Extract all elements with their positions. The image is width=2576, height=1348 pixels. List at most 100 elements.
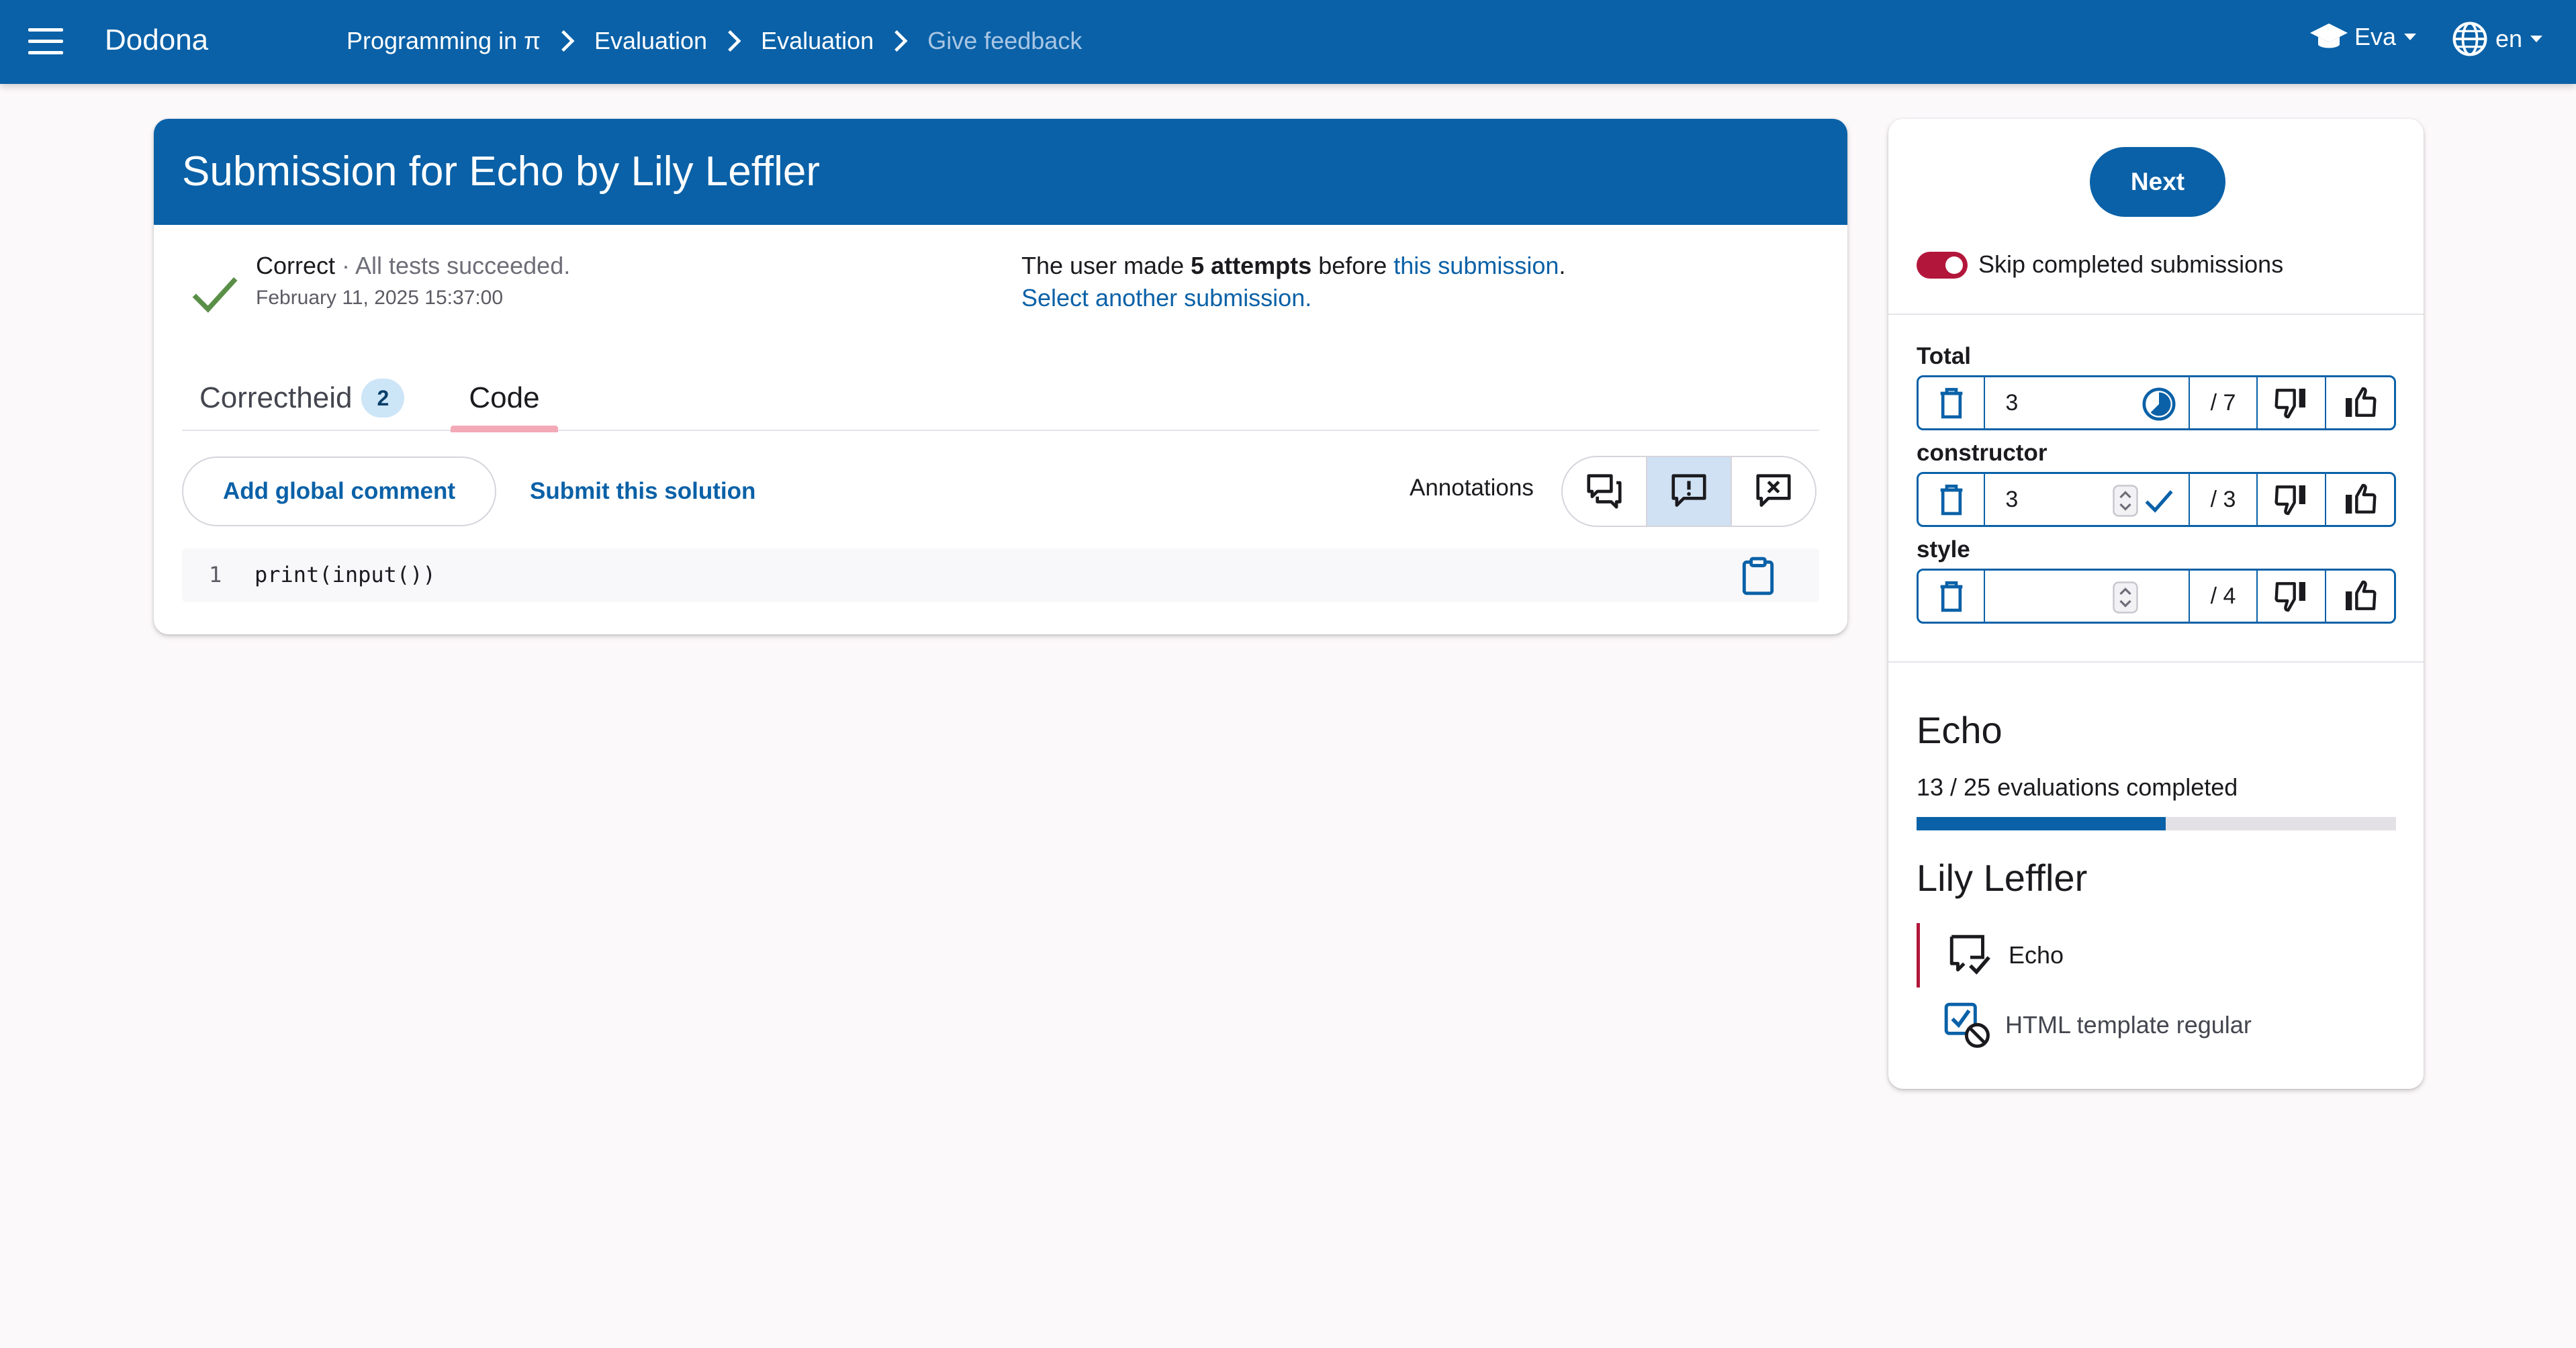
delete-score-button[interactable] (1919, 571, 1986, 622)
next-button[interactable]: Next (2090, 147, 2225, 217)
brand-logo[interactable]: Dodona (105, 21, 208, 59)
language-menu[interactable]: en (2451, 20, 2543, 58)
score-max-button[interactable] (2326, 377, 2394, 428)
breadcrumb-evaluation[interactable]: Evaluation (761, 27, 874, 55)
submit-solution-button[interactable]: Submit this solution (530, 456, 798, 526)
tab-code[interactable]: Code (451, 357, 558, 432)
code-line[interactable]: print(input()) (255, 562, 436, 587)
score-max-style: / 4 (2190, 571, 2258, 622)
student-exercise-html-template[interactable]: HTML template regular (1917, 993, 2396, 1057)
attempts-info: The user made 5 attempts before this sub… (1021, 252, 1566, 279)
score-zero-button[interactable] (2258, 377, 2326, 428)
score-label-style: style (1917, 536, 1970, 563)
show-important-annotations-button[interactable] (1647, 457, 1732, 526)
clipboard-icon[interactable] (1737, 555, 1779, 597)
skip-completed-label: Skip completed submissions (1978, 250, 2284, 278)
check-icon (2145, 490, 2173, 513)
submission-status: Correct · All tests succeeded. (256, 252, 571, 279)
thumb-up-icon (2346, 580, 2377, 610)
user-name: Eva (2354, 23, 2397, 50)
trash-icon (1940, 581, 1963, 612)
annotation-toggle-group (1561, 456, 1816, 527)
line-number: 1 (209, 562, 222, 587)
clock-progress-icon (2142, 387, 2176, 421)
tab-code-label: Code (469, 381, 540, 414)
spinner-arrows-icon[interactable] (2112, 581, 2139, 614)
user-menu[interactable]: Eva (2309, 20, 2417, 54)
score-max-button[interactable] (2326, 474, 2394, 525)
spinner-arrows-icon[interactable] (2112, 484, 2139, 518)
thumb-down-icon (2274, 389, 2305, 419)
attempts-count: 5 attempts (1191, 252, 1312, 279)
top-navbar: Dodona Programming in π Evaluation Evalu… (0, 0, 2576, 84)
active-tab-indicator (451, 426, 558, 432)
comment-alert-icon (1671, 474, 1706, 507)
status-text: Correct (256, 252, 336, 279)
comment-check-icon (1949, 934, 1990, 975)
submission-card: Submission for Echo by Lily Leffler Corr… (154, 119, 1847, 634)
thumb-up-icon (2346, 483, 2377, 514)
submission-date: February 11, 2025 15:37:00 (256, 287, 504, 309)
trash-icon (1940, 484, 1963, 516)
score-max-button[interactable] (2326, 571, 2394, 622)
score-label-constructor: constructor (1917, 440, 2048, 466)
delete-score-button[interactable] (1919, 474, 1986, 525)
tab-correctheid[interactable]: Correctheid 2 (199, 357, 405, 431)
add-global-comment-button[interactable]: Add global comment (182, 456, 496, 526)
comments-icon (1587, 474, 1622, 509)
evaluation-progress-text: 13 / 25 evaluations completed (1917, 773, 2238, 801)
breadcrumb-course[interactable]: Programming in π (347, 27, 541, 55)
menu-icon[interactable] (28, 28, 63, 55)
score-input-total[interactable]: 3 (1985, 377, 2190, 428)
chevron-right-icon (874, 29, 927, 53)
delete-score-button[interactable] (1919, 377, 1986, 428)
check-icon (192, 277, 238, 313)
exercise-title: Echo (1917, 709, 2003, 751)
comment-remove-icon (1756, 474, 1791, 507)
score-row-total: 3 / 7 (1917, 375, 2396, 430)
breadcrumb: Programming in π Evaluation Evaluation G… (347, 24, 1082, 58)
tab-badge: 2 (361, 379, 405, 418)
breadcrumb-current: Give feedback (927, 27, 1083, 54)
submission-title: Submission for Echo by Lily Leffler (154, 119, 1847, 225)
skip-completed-toggle[interactable] (1917, 252, 1968, 279)
checkbox-blocked-icon (1944, 1002, 1990, 1048)
chevron-right-icon (541, 29, 594, 53)
evaluation-progress-fill (1917, 817, 2166, 830)
tab-correctheid-label: Correctheid (199, 381, 353, 414)
thumb-down-icon (2274, 582, 2305, 612)
score-zero-button[interactable] (2258, 474, 2326, 525)
student-exercise-echo[interactable]: Echo (1917, 923, 2396, 988)
status-detail: All tests succeeded. (355, 252, 571, 279)
breadcrumb-evaluations[interactable]: Evaluation (594, 27, 707, 55)
language-code: en (2495, 25, 2523, 52)
thumb-down-icon (2274, 485, 2305, 516)
divider (1888, 314, 2424, 315)
evaluation-progress-bar (1917, 817, 2396, 830)
thumb-up-icon (2346, 387, 2377, 417)
this-submission-link[interactable]: this submission (1393, 252, 1559, 279)
divider (1888, 661, 2424, 663)
evaluation-side-panel: Next Skip completed submissions Total 3 … (1888, 119, 2424, 1089)
trash-icon (1940, 387, 1963, 419)
annotations-label: Annotations (1410, 475, 1534, 501)
chevron-right-icon (707, 29, 761, 53)
submission-tabs: Correctheid 2 Code (182, 357, 1819, 432)
score-row-style: / 4 (1917, 569, 2396, 624)
score-zero-button[interactable] (2258, 571, 2326, 622)
code-listing: 1 print(input()) (182, 548, 1819, 602)
caret-down-icon (2404, 34, 2417, 40)
caret-down-icon (2530, 36, 2543, 42)
graduation-cap-icon (2310, 23, 2348, 48)
score-max-total: / 7 (2190, 377, 2258, 428)
select-another-submission-link[interactable]: Select another submission. (1021, 284, 1312, 312)
hide-annotations-button[interactable] (1732, 457, 1815, 526)
score-row-constructor: 3 / 3 (1917, 472, 2396, 527)
score-max-constructor: / 3 (2190, 474, 2258, 525)
score-input-style[interactable] (1985, 571, 2190, 622)
globe-icon (2452, 21, 2487, 56)
show-all-annotations-button[interactable] (1563, 457, 1647, 526)
student-name: Lily Leffler (1917, 857, 2088, 899)
score-input-constructor[interactable]: 3 (1985, 474, 2190, 525)
score-label-total: Total (1917, 343, 1972, 369)
